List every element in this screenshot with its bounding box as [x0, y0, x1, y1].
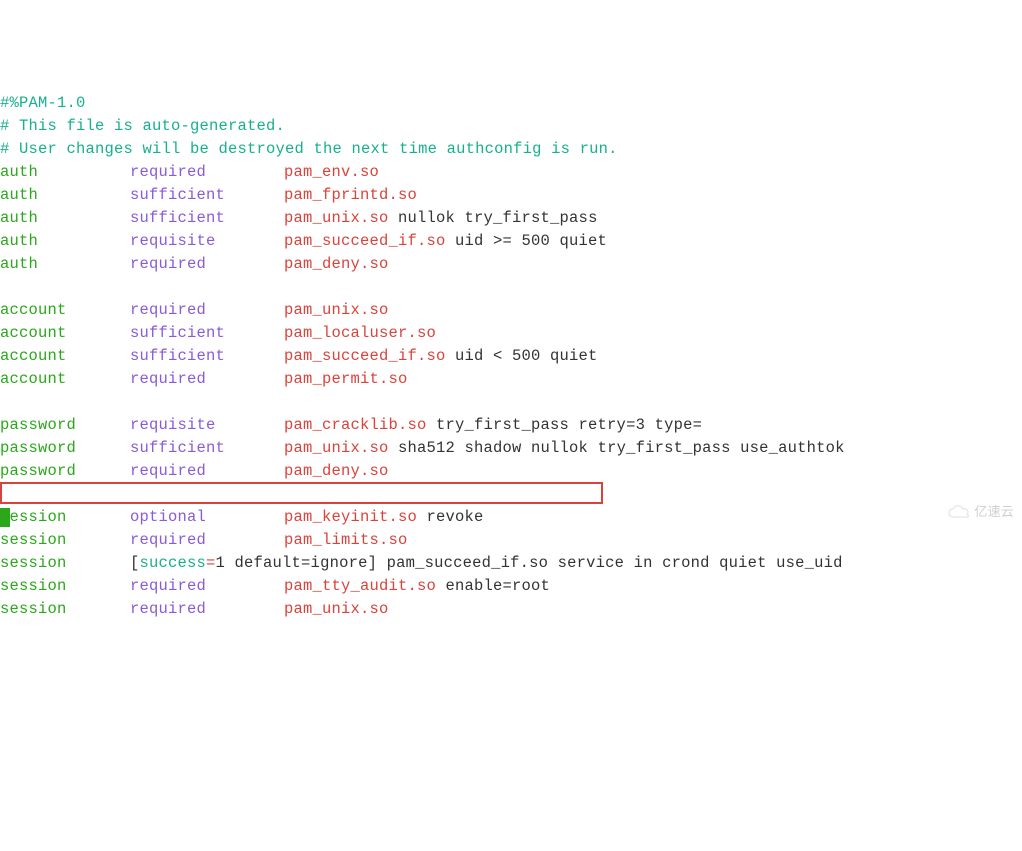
rule-type: password — [0, 437, 130, 460]
rule-args: enable=root — [436, 577, 550, 595]
rule-module: pam_succeed_if.so — [284, 232, 446, 250]
rule-type: auth — [0, 230, 130, 253]
rule-control: required — [130, 253, 284, 276]
success-key: success — [140, 554, 207, 572]
comment-line: # User changes will be destroyed the nex… — [0, 138, 1022, 161]
rule-args: uid >= 500 quiet — [446, 232, 608, 250]
pam-rule-line: accountsufficientpam_localuser.so — [0, 322, 1022, 345]
rule-module: pam_unix.so — [284, 301, 389, 319]
rule-control: requisite — [130, 230, 284, 253]
rule-control: required — [130, 299, 284, 322]
rule-module: pam_limits.so — [284, 531, 408, 549]
pam-rule-line: accountsufficientpam_succeed_if.so uid <… — [0, 345, 1022, 368]
rule-type: auth — [0, 253, 130, 276]
rule-type: account — [0, 368, 130, 391]
rule-control: optional — [130, 506, 284, 529]
rule-args: nullok try_first_pass — [389, 209, 598, 227]
rule-module: pam_keyinit.so — [284, 508, 417, 526]
pam-rule-line: authrequisitepam_succeed_if.so uid >= 50… — [0, 230, 1022, 253]
pam-rule-line: passwordrequiredpam_deny.so — [0, 460, 1022, 483]
rule-type: session — [0, 598, 130, 621]
rule-module: pam_succeed_if.so — [284, 347, 446, 365]
rule-control: sufficient — [130, 437, 284, 460]
rule-type: session — [0, 575, 130, 598]
rule-control: required — [130, 598, 284, 621]
rule-type: session — [0, 529, 130, 552]
pam-rule-line: session[success=1 default=ignore] pam_su… — [0, 552, 1022, 575]
rule-type: password — [0, 414, 130, 437]
blank-line — [0, 391, 1022, 414]
pam-rule-line: sessionrequiredpam_limits.so — [0, 529, 1022, 552]
rule-module: pam_fprintd.so — [284, 186, 417, 204]
rule-control: required — [130, 575, 284, 598]
pam-rule-line: sessionrequiredpam_unix.so — [0, 598, 1022, 621]
rule-type: account — [0, 322, 130, 345]
blank-line — [0, 276, 1022, 299]
pam-rule-line: authsufficientpam_unix.so nullok try_fir… — [0, 207, 1022, 230]
rule-type: account — [0, 299, 130, 322]
rule-args: uid < 500 quiet — [446, 347, 598, 365]
pam-rule-line: authrequiredpam_env.so — [0, 161, 1022, 184]
blank-line — [0, 483, 1022, 506]
rule-control: required — [130, 529, 284, 552]
rule-control: sufficient — [130, 207, 284, 230]
rule-control: sufficient — [130, 345, 284, 368]
pam-rule-line: authrequiredpam_deny.so — [0, 253, 1022, 276]
rule-type: session — [0, 506, 130, 529]
pam-rule-line: passwordsufficientpam_unix.so sha512 sha… — [0, 437, 1022, 460]
rule-control: sufficient — [130, 184, 284, 207]
rule-type: auth — [0, 207, 130, 230]
pam-rule-line: sessionoptionalpam_keyinit.so revoke — [0, 506, 1022, 529]
rule-type: account — [0, 345, 130, 368]
rule-module: pam_unix.so — [284, 209, 389, 227]
rule-module: pam_env.so — [284, 163, 379, 181]
rule-module: pam_localuser.so — [284, 324, 436, 342]
rule-args: revoke — [417, 508, 484, 526]
rule-args: try_first_pass retry=3 type= — [427, 416, 703, 434]
rule-control: required — [130, 161, 284, 184]
equals-sign: = — [206, 554, 216, 572]
rule-args: sha512 shadow nullok try_first_pass use_… — [389, 439, 845, 457]
pam-rule-line: sessionrequiredpam_tty_audit.so enable=r… — [0, 575, 1022, 598]
pam-rule-line: passwordrequisitepam_cracklib.so try_fir… — [0, 414, 1022, 437]
rule-control: required — [130, 460, 284, 483]
rule-control: sufficient — [130, 322, 284, 345]
pam-config-file: #%PAM-1.0# This file is auto-generated.#… — [0, 92, 1022, 621]
bracket-open: [ — [130, 554, 140, 572]
rule-module: pam_unix.so — [284, 600, 389, 618]
rule-module: pam_cracklib.so — [284, 416, 427, 434]
comment-line: # This file is auto-generated. — [0, 115, 1022, 138]
rule-module: pam_permit.so — [284, 370, 408, 388]
rule-module: pam_deny.so — [284, 255, 389, 273]
rule-type: session — [0, 552, 130, 575]
rule-type: auth — [0, 184, 130, 207]
rule-module: pam_tty_audit.so — [284, 577, 436, 595]
rule-type: auth — [0, 161, 130, 184]
pam-rule-line: authsufficientpam_fprintd.so — [0, 184, 1022, 207]
rule-module: pam_deny.so — [284, 462, 389, 480]
pam-rule-line: accountrequiredpam_unix.so — [0, 299, 1022, 322]
pam-rule-line: accountrequiredpam_permit.so — [0, 368, 1022, 391]
rule-module: pam_unix.so — [284, 439, 389, 457]
pam-version-header: #%PAM-1.0 — [0, 92, 1022, 115]
rule-control: requisite — [130, 414, 284, 437]
rule-control: required — [130, 368, 284, 391]
rule-rest: 1 default=ignore] pam_succeed_if.so serv… — [216, 554, 843, 572]
rule-type: password — [0, 460, 130, 483]
